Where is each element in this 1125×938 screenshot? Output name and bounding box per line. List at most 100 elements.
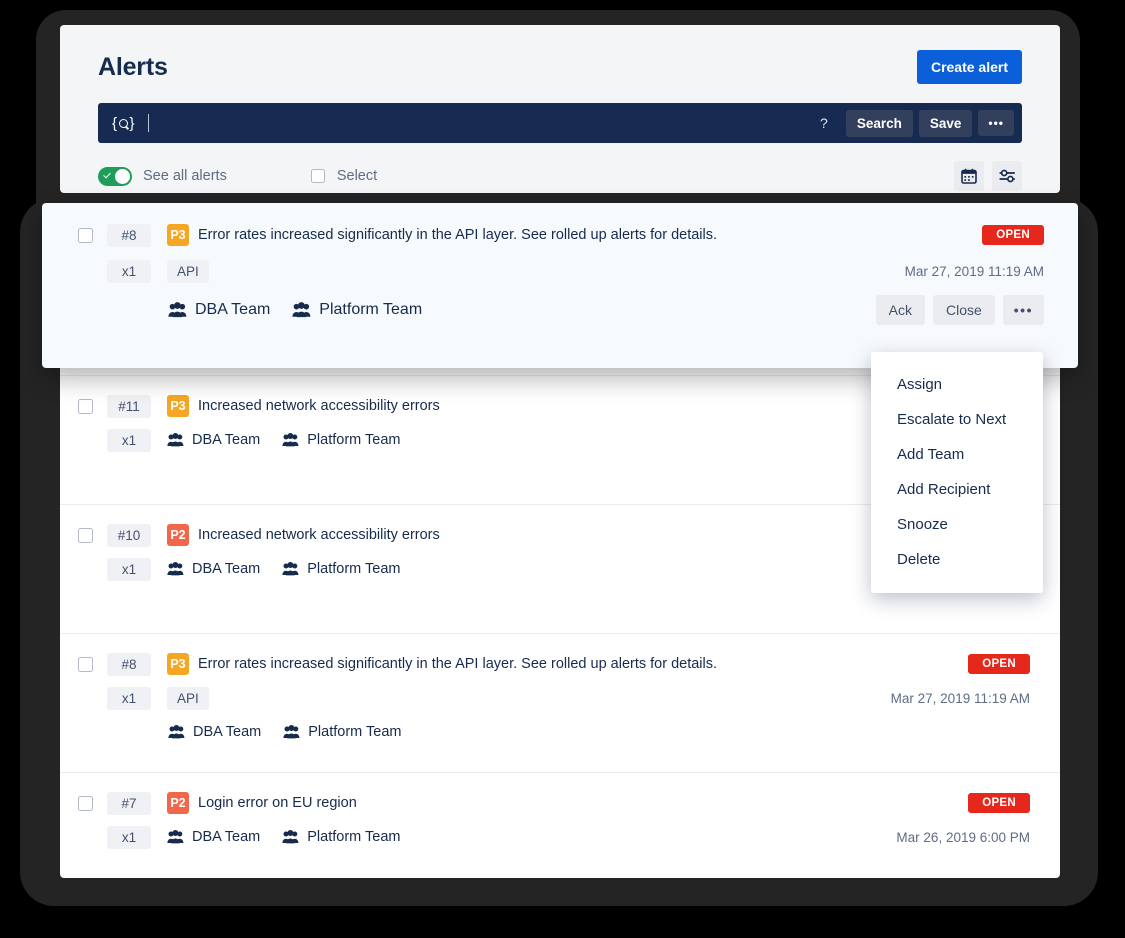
alert-teams: DBA Team Platform Team [167,561,400,577]
team-icon [167,562,184,576]
page-title: Alerts [98,53,168,82]
alert-row-main: #8 P3 Error rates increased significantl… [78,223,1044,247]
row-checkbox[interactable] [78,399,93,414]
team-item[interactable]: Platform Team [282,829,400,845]
query-braces-search-icon: {} [112,115,134,132]
alert-count: x1 [107,687,151,710]
menu-item-escalate-to-next[interactable]: Escalate to Next [871,402,1043,437]
alert-tag[interactable]: API [167,260,209,283]
row-checkbox[interactable] [78,528,93,543]
alert-row-right: Mar 27, 2019 11:19 AM [891,691,1030,706]
select-checkbox[interactable] [311,169,325,183]
alert-row-right: OPEN [968,654,1030,674]
team-icon [282,830,299,844]
menu-item-add-recipient[interactable]: Add Recipient [871,472,1043,507]
search-more-button[interactable]: ••• [978,110,1014,136]
alert-message: Increased network accessibility errors [198,398,440,414]
alert-more-button[interactable]: ••• [1003,295,1044,325]
team-item[interactable]: Platform Team [282,432,400,448]
team-item[interactable]: Platform Team [292,301,422,319]
toolbar-icon-buttons [954,161,1022,191]
toolbar-header: Alerts Create alert [98,47,1022,87]
menu-item-assign[interactable]: Assign [871,367,1043,402]
alert-row-main: #7 P2 Login error on EU region OPEN [78,791,1030,815]
menu-item-add-team[interactable]: Add Team [871,437,1043,472]
close-button[interactable]: Close [933,295,995,325]
team-name: Platform Team [307,432,400,448]
row-checkbox[interactable] [78,228,93,243]
ack-button[interactable]: Ack [876,295,925,325]
filter-settings-button[interactable] [992,161,1022,191]
menu-item-snooze[interactable]: Snooze [871,507,1043,542]
team-item[interactable]: DBA Team [168,301,270,319]
alert-message: Error rates increased significantly in t… [198,227,717,243]
team-name: DBA Team [195,301,270,319]
alert-count: x1 [107,260,151,283]
team-name: DBA Team [192,829,260,845]
search-button[interactable]: Search [846,110,913,137]
team-item[interactable]: DBA Team [167,829,260,845]
alert-row-right: Mar 27, 2019 11:19 AM [905,264,1044,279]
save-button[interactable]: Save [919,110,973,137]
team-icon [282,562,299,576]
alert-timestamp: Mar 26, 2019 6:00 PM [896,830,1030,845]
alert-row-meta: x1 API Mar 27, 2019 11:19 AM [78,259,1044,283]
alert-teams: DBA Team Platform Team [168,301,422,319]
alert-row-meta: x1 DBA Team [78,825,1030,849]
alert-timestamp: Mar 27, 2019 11:19 AM [905,264,1044,279]
row-checkbox[interactable] [78,796,93,811]
alert-teams: DBA Team Platform Team [168,724,401,740]
filters-row: See all alerts Select [98,157,1022,195]
team-item[interactable]: DBA Team [168,724,261,740]
alert-id: #8 [107,224,151,247]
alert-id: #8 [107,653,151,676]
priority-badge: P2 [167,792,189,814]
alert-count: x1 [107,558,151,581]
row-padding [78,744,1030,754]
alert-row-right: OPEN [968,793,1030,813]
team-name: Platform Team [307,561,400,577]
menu-item-delete[interactable]: Delete [871,542,1043,577]
highlighted-alert-card[interactable]: #8 P3 Error rates increased significantl… [42,203,1078,368]
help-icon[interactable]: ? [820,115,828,131]
filter-sliders-icon [999,168,1016,184]
search-bar[interactable]: {} ? Search Save ••• [98,103,1022,143]
alerts-toolbar-panel: Alerts Create alert {} ? Search Save ••• [60,25,1060,193]
select-label: Select [337,168,377,184]
create-alert-button[interactable]: Create alert [917,50,1022,84]
team-icon [168,725,185,739]
team-icon [167,433,184,447]
table-row[interactable]: #8 P3 Error rates increased significantl… [60,633,1060,772]
priority-badge: P3 [167,224,189,246]
select-group: Select [311,168,377,184]
alert-tag[interactable]: API [167,687,209,710]
alert-row-right: Mar 26, 2019 6:00 PM [896,830,1030,845]
status-badge: OPEN [968,793,1030,813]
team-item[interactable]: Platform Team [283,724,401,740]
alert-row-meta: x1 API Mar 27, 2019 11:19 AM [78,686,1030,710]
team-name: DBA Team [192,561,260,577]
team-name: Platform Team [308,724,401,740]
team-name: Platform Team [319,301,422,319]
team-item[interactable]: DBA Team [167,432,260,448]
alert-teams: DBA Team Platform Team [167,829,400,845]
alert-row-actions: DBA Team Platform Team Ack Close ••• [78,295,1044,325]
team-icon [168,302,187,318]
team-item[interactable]: DBA Team [167,561,260,577]
alert-count: x1 [107,826,151,849]
team-icon [282,433,299,447]
toggle-knob [115,169,130,184]
team-icon [167,830,184,844]
calendar-icon-button[interactable] [954,161,984,191]
alert-timestamp: Mar 27, 2019 11:19 AM [891,691,1030,706]
row-checkbox[interactable] [78,657,93,672]
team-name: DBA Team [192,432,260,448]
team-name: Platform Team [307,829,400,845]
table-row[interactable]: #7 P2 Login error on EU region OPEN x1 [60,772,1060,867]
team-item[interactable]: Platform Team [282,561,400,577]
search-input[interactable] [134,114,820,132]
alert-message: Error rates increased significantly in t… [198,656,717,672]
see-all-alerts-toggle[interactable] [98,167,132,186]
calendar-icon [961,168,977,184]
alert-id: #11 [107,395,151,418]
